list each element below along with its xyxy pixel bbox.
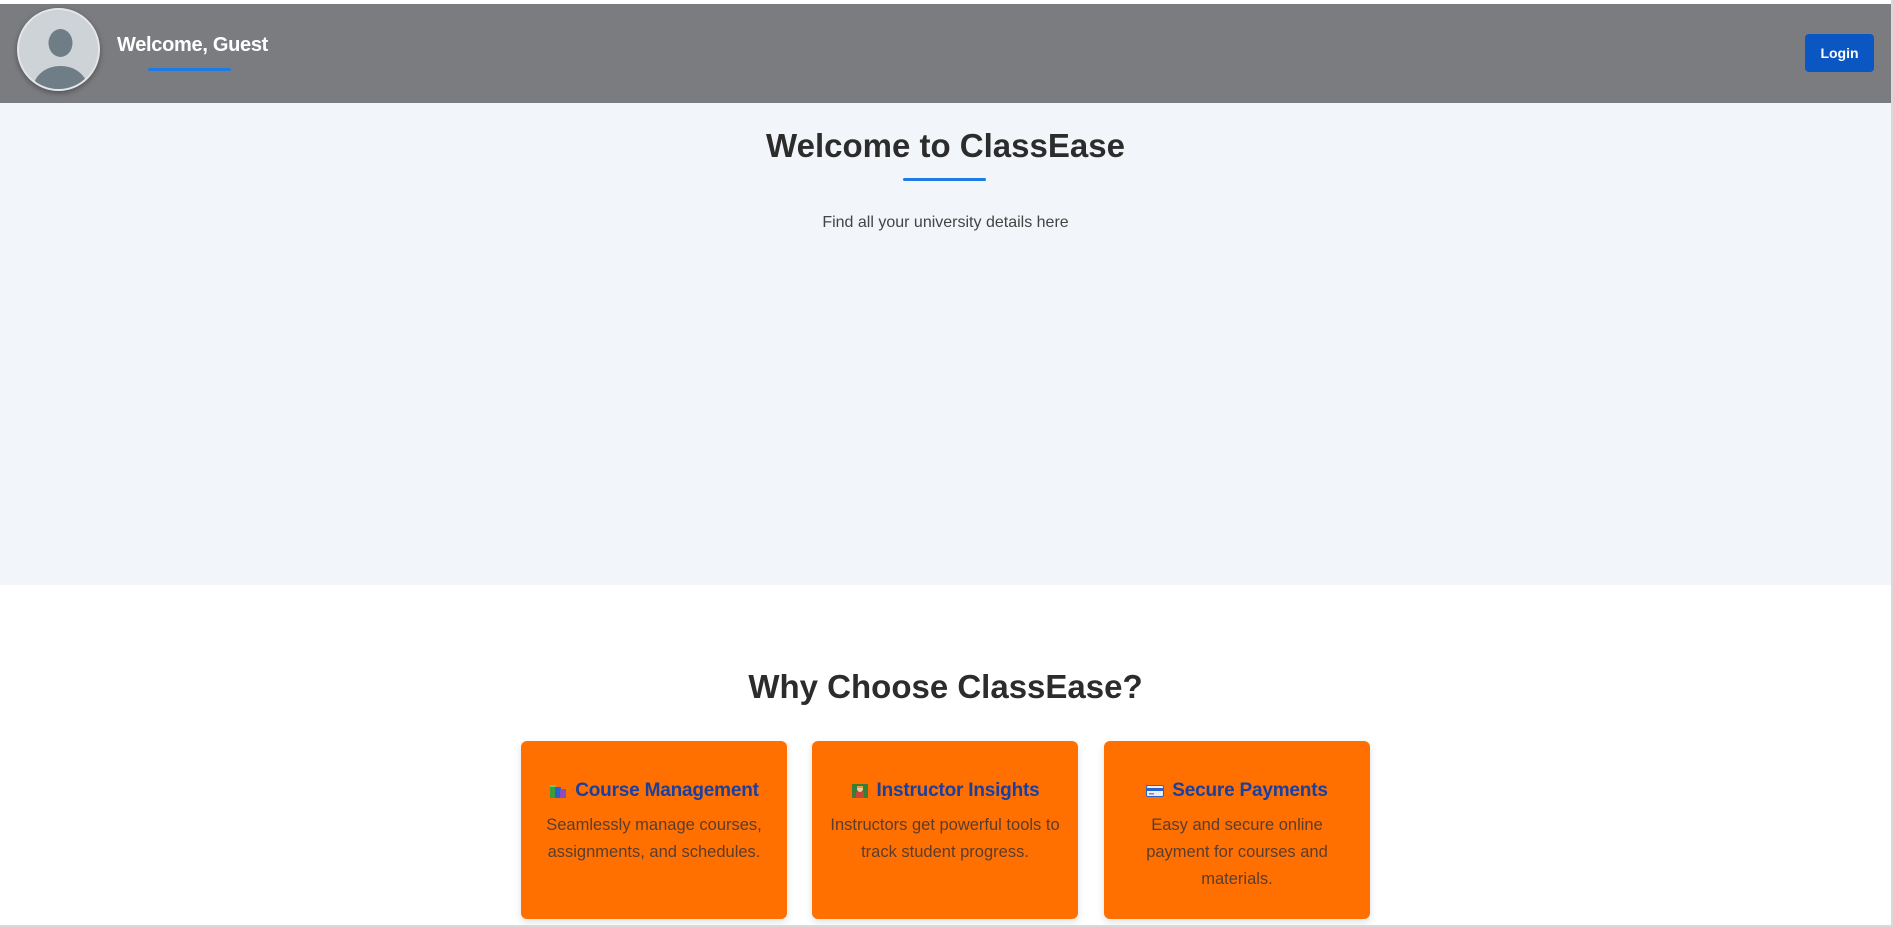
login-button[interactable]: Login bbox=[1805, 34, 1874, 72]
feature-card-instructor-insights: Instructor Insights Instructors get powe… bbox=[812, 741, 1078, 919]
card-description: Instructors get powerful tools to track … bbox=[830, 816, 1060, 861]
card-title: Secure Payments bbox=[1172, 780, 1328, 801]
features-title: Why Choose ClassEase? bbox=[748, 668, 1143, 705]
credit-card-icon bbox=[1146, 783, 1165, 799]
top-header: Welcome, Guest Login bbox=[0, 4, 1891, 103]
hero-title: Welcome to ClassEase bbox=[766, 127, 1125, 164]
teacher-icon bbox=[851, 783, 869, 799]
card-title: Course Management bbox=[575, 780, 759, 801]
card-header: Instructor Insights bbox=[830, 780, 1060, 802]
card-header: Secure Payments bbox=[1122, 780, 1352, 802]
page: Welcome, Guest Login Welcome to ClassEas… bbox=[0, 0, 1893, 927]
hero-subtitle: Find all your university details here bbox=[822, 214, 1069, 231]
feature-card-course-management: Course Management Seamlessly manage cour… bbox=[521, 741, 787, 919]
hero-title-underline bbox=[903, 178, 986, 181]
card-title: Instructor Insights bbox=[876, 780, 1040, 801]
user-avatar-icon[interactable] bbox=[17, 8, 100, 91]
hero-section: Welcome to ClassEase Find all your unive… bbox=[0, 103, 1891, 585]
welcome-underline bbox=[148, 68, 231, 71]
feature-card-secure-payments: Secure Payments Easy and secure online p… bbox=[1104, 741, 1370, 919]
card-header: Course Management bbox=[539, 780, 769, 802]
card-description: Seamlessly manage courses, assignments, … bbox=[546, 816, 762, 861]
welcome-text: Welcome, Guest bbox=[117, 34, 269, 56]
books-icon bbox=[549, 783, 567, 799]
card-description: Easy and secure online payment for cours… bbox=[1146, 816, 1328, 888]
